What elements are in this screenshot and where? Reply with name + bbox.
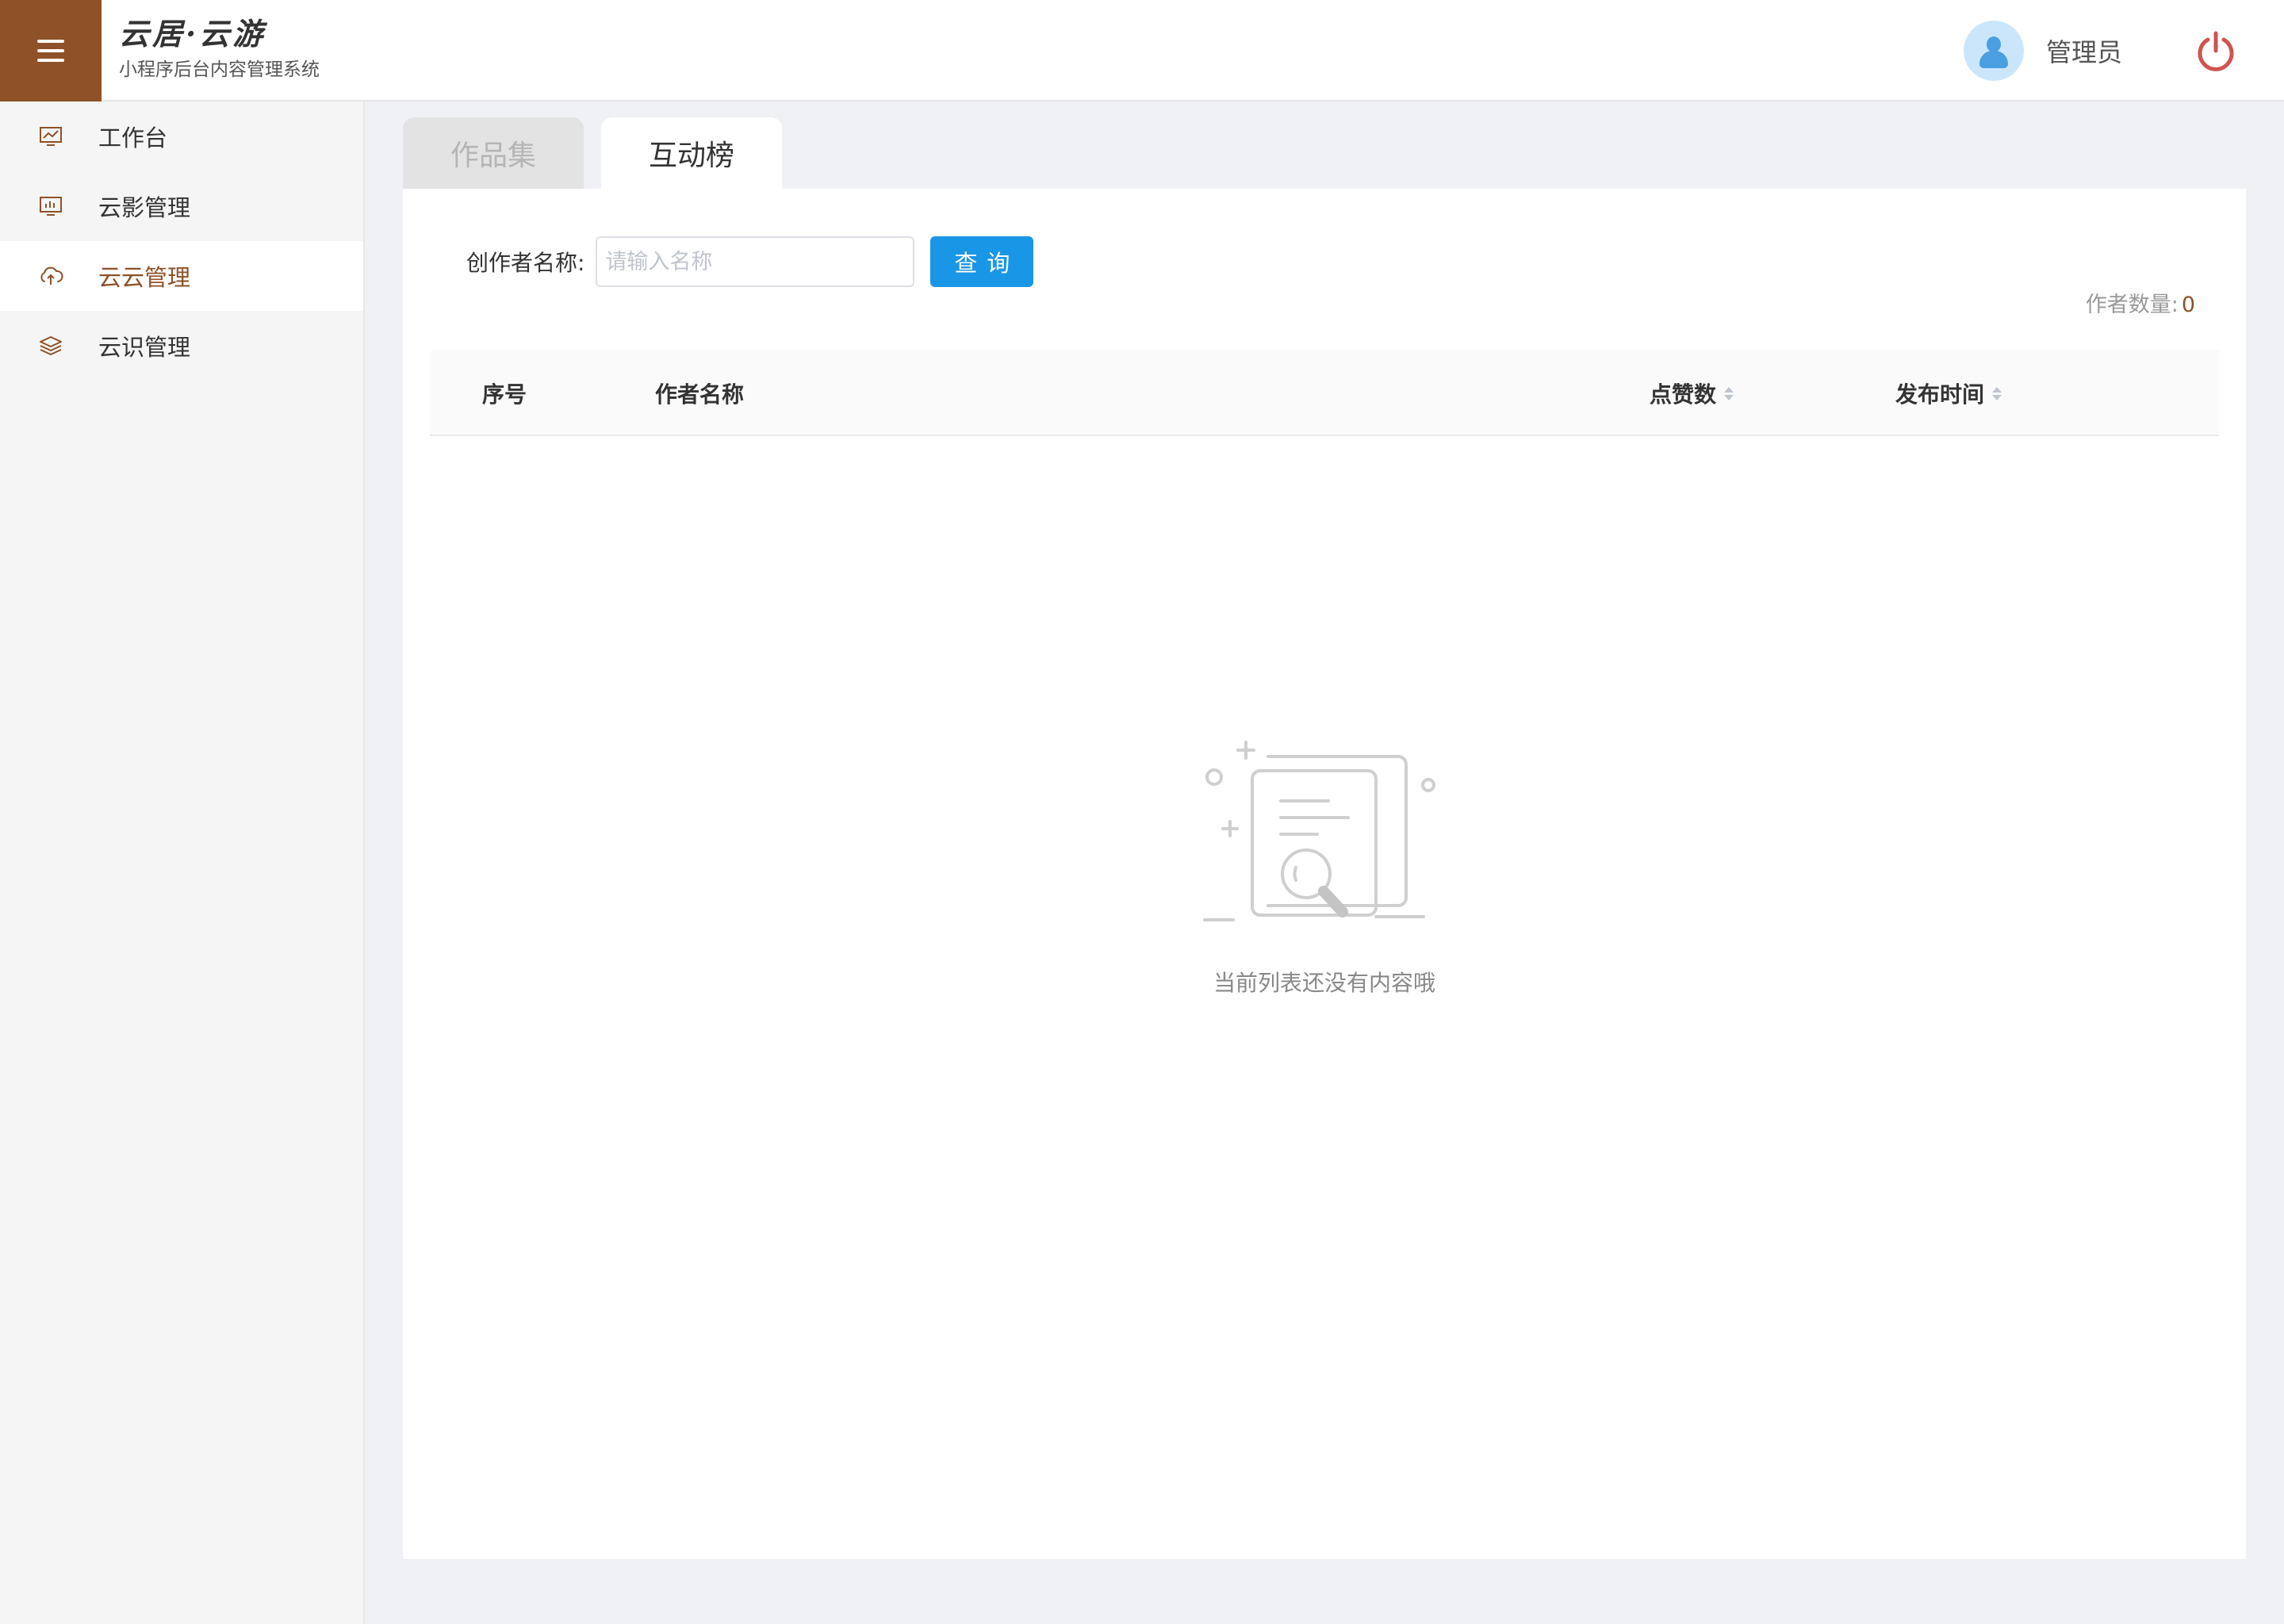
avatar[interactable] <box>1964 21 2024 81</box>
sidebar-item-workbench[interactable]: 工作台 <box>0 102 363 171</box>
sidebar-item-label: 云影管理 <box>98 194 191 221</box>
tab-portfolio[interactable]: 作品集 <box>403 117 584 189</box>
sidebar-item-label: 工作台 <box>98 124 168 151</box>
sidebar-item-label: 云识管理 <box>98 334 191 361</box>
content-panel: 创作者名称: 查询 作者数量:0 序号 作者名称 点赞数 发布时间 <box>403 189 2246 1559</box>
brand-title: 云居·云游 <box>119 16 266 52</box>
column-header-index: 序号 <box>482 381 527 408</box>
search-input[interactable] <box>596 236 915 287</box>
user-name[interactable]: 管理员 <box>2046 33 2122 69</box>
brand-subtitle: 小程序后台内容管理系统 <box>119 59 320 80</box>
empty-state: 当前列表还没有内容哦 <box>403 736 2246 998</box>
column-header-author: 作者名称 <box>655 381 745 408</box>
table-header: 序号 作者名称 点赞数 发布时间 <box>430 350 2219 436</box>
sidebar-item-yunying[interactable]: 云影管理 <box>0 171 363 241</box>
bar-chart-icon <box>38 193 63 219</box>
author-count-label: 作者数量: <box>2085 293 2179 317</box>
cloud-upload-icon <box>38 263 63 289</box>
hamburger-icon <box>37 40 64 62</box>
brand: 云居·云游 小程序后台内容管理系统 <box>119 16 320 81</box>
author-count-value: 0 <box>2181 293 2195 317</box>
search-label: 创作者名称: <box>466 250 585 276</box>
author-count: 作者数量: 0 <box>2086 287 2195 318</box>
user-menu[interactable]: 管理员 <box>1964 17 2122 84</box>
sidebar-item-label: 云云管理 <box>98 264 191 291</box>
sort-icon[interactable] <box>1992 386 2002 400</box>
empty-document-search-icon <box>1203 741 1435 921</box>
search-bar: 创作者名称: 查询 <box>466 236 1034 287</box>
column-header-likes[interactable]: 点赞数 <box>1650 350 1734 436</box>
layers-icon <box>38 333 63 358</box>
empty-state-text: 当前列表还没有内容哦 <box>1213 970 1435 996</box>
column-header-publish-time[interactable]: 发布时间 <box>1895 350 2002 436</box>
top-header: 云居·云游 小程序后台内容管理系统 管理员 <box>0 0 2284 102</box>
sidebar-item-yunyun[interactable]: 云云管理 <box>0 241 363 311</box>
sidebar: 工作台 云影管理 云云管理 云识管理 <box>0 102 365 1624</box>
sort-icon[interactable] <box>1724 386 1734 400</box>
line-chart-icon <box>38 124 63 149</box>
menu-toggle-button[interactable] <box>0 0 102 102</box>
sidebar-item-yunshi[interactable]: 云识管理 <box>0 311 363 381</box>
search-button[interactable]: 查询 <box>930 236 1034 287</box>
tab-interaction-ranking[interactable]: 互动榜 <box>601 117 782 189</box>
power-icon[interactable] <box>2194 29 2238 73</box>
